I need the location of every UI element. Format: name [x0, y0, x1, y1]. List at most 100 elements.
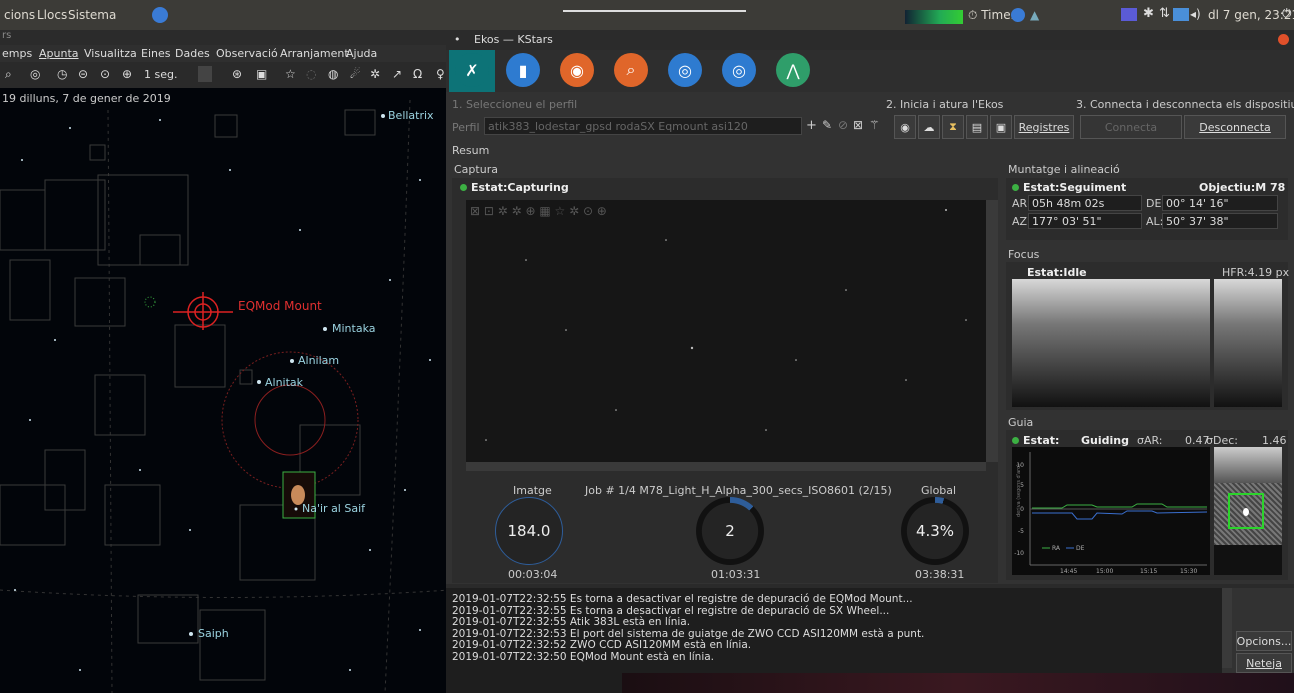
display-icon[interactable] [1121, 8, 1137, 21]
start-ekos-button[interactable]: ◉ [894, 115, 916, 139]
system-monitor-graph [905, 10, 963, 24]
messaging-icon[interactable] [1173, 8, 1189, 21]
image-icon[interactable]: ▣ [256, 67, 267, 81]
star-label-bellatrix[interactable]: Bellatrix [388, 109, 434, 122]
menu-observacio[interactable]: Observació [216, 47, 278, 60]
guide-drift-svg: deriva (segons d'arc) 10 5 0 -5 -10 14:4… [1014, 452, 1208, 575]
menu-aplicacions[interactable]: cions [4, 8, 35, 22]
hourglass-button[interactable]: ⧗ [942, 115, 964, 139]
pause-icon[interactable]: ⊙ [100, 67, 110, 81]
guide-star [1243, 508, 1249, 516]
tab-focus[interactable]: ⌕ [614, 53, 648, 87]
xtick-1515: 15:15 [1140, 568, 1157, 575]
connecta-button[interactable]: Connecta [1080, 115, 1182, 139]
al-label: AL: [1146, 215, 1164, 228]
guide-header: Guia [1008, 416, 1034, 429]
clock-icon[interactable]: ◷ [57, 67, 67, 81]
star-label-nair-al-saif[interactable]: Na'ir al Saif [302, 502, 365, 515]
menu-ajuda[interactable]: Ajuda [346, 47, 377, 60]
xtick-1500: 15:00 [1096, 568, 1113, 575]
preview-toolbar-icons[interactable]: ⊠ ⊡ ✲ ✲ ⊕ ▦ ☆ ✲ ⊙ ⊕ [470, 204, 607, 218]
desconnecta-button[interactable]: Desconnecta [1184, 115, 1286, 139]
timer-indicator[interactable]: ⏱ Timer [968, 8, 1016, 23]
eyepiece-icon[interactable]: ⊛ [232, 67, 242, 81]
mount-label[interactable]: EQMod Mount [238, 299, 322, 313]
guide-drift-graph[interactable]: deriva (segons d'arc) 10 5 0 -5 -10 14:4… [1012, 447, 1210, 575]
star-label-mintaka[interactable]: Mintaka [332, 322, 376, 335]
profile-select[interactable]: atik383_lodestar_gpsd rodaSX Eqmount asi… [484, 117, 802, 135]
constellation-icon[interactable]: ↗ [392, 67, 402, 81]
legend-de: DE [1076, 545, 1085, 552]
capture-image-preview[interactable]: ⊠ ⊡ ✲ ✲ ⊕ ▦ ☆ ✲ ⊙ ⊕ [466, 200, 986, 462]
globe-icon[interactable]: ◎ [30, 67, 40, 81]
bluetooth-icon[interactable]: ✱ [1143, 6, 1154, 21]
tab-mount[interactable]: ⋀ [776, 53, 810, 87]
delete-profile-icon[interactable]: ⊘ [838, 118, 848, 132]
magic-wand-icon[interactable]: ⚚ [869, 118, 880, 132]
fits-viewer-button[interactable]: ▣ [990, 115, 1012, 139]
profile-wizard-icon[interactable]: ⊠ [853, 118, 863, 132]
tab-guide[interactable]: ◎ [722, 53, 756, 87]
step-forward-icon[interactable]: ⊕ [122, 67, 132, 81]
preview-vscrollbar[interactable] [986, 200, 998, 462]
window-icon: ▣ [995, 120, 1007, 134]
network-icon[interactable] [1011, 8, 1025, 22]
menu-sistema[interactable]: Sistema [68, 8, 116, 22]
add-profile-icon[interactable]: + [806, 118, 817, 133]
solar-system-icon[interactable]: ◍ [328, 67, 338, 81]
opcions-button[interactable]: Opcions... [1236, 631, 1292, 651]
volume-icon[interactable]: ◂) [1190, 7, 1201, 21]
cloud-button[interactable]: ☁ [918, 115, 940, 139]
menu-llocs[interactable]: Llocs [37, 8, 67, 22]
star-label-saiph[interactable]: Saiph [198, 627, 229, 640]
wrench-icon: ✗ [465, 60, 479, 80]
job-value: 2 [725, 522, 735, 540]
log-scrollbar[interactable] [1222, 588, 1232, 668]
global-time: 03:38:31 [915, 568, 965, 581]
tab-capture[interactable]: ◉ [560, 53, 594, 87]
control-panel-button[interactable]: ▤ [966, 115, 988, 139]
mount-objective: Objectiu:M 78 [1199, 181, 1286, 194]
step-back-icon[interactable]: ⊝ [78, 67, 88, 81]
weather-icon[interactable]: ▲ [1030, 8, 1039, 22]
registres-button[interactable]: Registres [1014, 115, 1074, 139]
job-label: Job # 1/4 M78_Light_H_Alpha_300_secs_ISO… [585, 484, 892, 497]
close-icon[interactable] [1278, 34, 1289, 45]
global-value: 4.3% [915, 522, 955, 540]
star-icon[interactable]: ☆ [285, 67, 296, 81]
star-label-alnitak[interactable]: Alnitak [265, 376, 303, 389]
menu-eines[interactable]: Eines [141, 47, 170, 60]
cloud-icon: ☁ [923, 120, 935, 134]
menu-temps[interactable]: emps [2, 47, 32, 60]
time-step-spinner[interactable] [198, 66, 212, 82]
target-icon: ◎ [678, 60, 692, 80]
status-dot-icon [1012, 184, 1019, 191]
menu-dades[interactable]: Dades [175, 47, 210, 60]
az-field: 177° 03' 51" [1028, 213, 1142, 229]
menu-visualitza[interactable]: Visualitza [84, 47, 137, 60]
edit-profile-icon[interactable]: ✎ [822, 118, 832, 132]
orion-icon[interactable]: Ω [413, 67, 422, 81]
tab-align[interactable]: ◎ [668, 53, 702, 87]
sky-map-canvas [0, 99, 450, 693]
window-menu-icon[interactable]: • [454, 33, 461, 46]
tab-scheduler[interactable]: ▮ [506, 53, 540, 87]
browser-icon[interactable] [152, 7, 168, 23]
star-label-alnilam[interactable]: Alnilam [298, 354, 339, 367]
satellite-icon[interactable]: ✲ [370, 67, 380, 81]
guide-status-label: Estat: [1012, 434, 1059, 447]
sky-date: 19 dilluns, 7 de gener de 2019 [2, 92, 171, 105]
neteja-button[interactable]: Neteja [1236, 653, 1292, 673]
comet-icon[interactable]: ☄ [350, 67, 361, 81]
preview-hscrollbar[interactable] [466, 462, 986, 471]
power-icon[interactable]: ⏻ [1282, 6, 1292, 21]
tab-setup[interactable]: ✗ [455, 53, 489, 87]
transfer-icon[interactable]: ⇅ [1159, 6, 1170, 21]
deepsky-icon[interactable]: ◌ [306, 67, 316, 81]
search-icon[interactable]: ⌕ [5, 67, 12, 82]
menu-arranjament[interactable]: Arranjament [280, 47, 349, 60]
sky-map[interactable]: Bellatrix Mintaka Alnilam Alnitak Na'ir … [0, 30, 450, 693]
observer-icon[interactable]: ♀ [436, 67, 445, 81]
menu-apunta[interactable]: Apunta [39, 47, 79, 60]
time-step-field[interactable]: 1 seg. [144, 68, 177, 81]
